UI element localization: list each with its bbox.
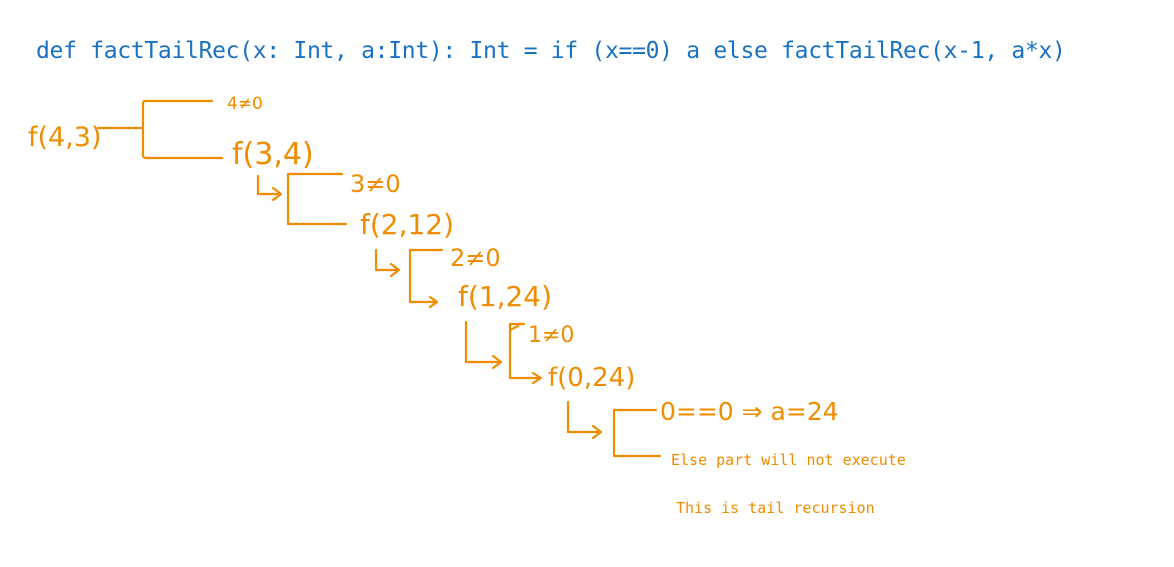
call-4-label: f(0,24) (548, 363, 635, 393)
condition-3: 2≠0 (450, 244, 501, 272)
arrow-2 (374, 248, 401, 278)
call-2-label: f(2,12) (360, 208, 454, 241)
else-note: Else part will not execute (671, 451, 906, 469)
bracket-3 (508, 322, 526, 380)
condition-4: 1≠0 (528, 323, 574, 348)
call-3-label: f(1,24) (458, 280, 552, 313)
arrow-6 (566, 400, 603, 440)
root-call-label: f(4,3) (28, 122, 102, 153)
call-1-label: f(3,4) (232, 137, 314, 172)
bracket-2 (408, 248, 444, 304)
condition-2: 3≠0 (350, 170, 401, 198)
condition-1: 4≠0 (227, 94, 263, 114)
bracket-1 (286, 172, 348, 226)
tail-recursion-note: This is tail recursion (676, 499, 875, 517)
base-case-result: 0==0 ⇒ a=24 (660, 397, 839, 426)
bracket-0 (141, 99, 224, 160)
recursion-trace-diagram: f(4,3) 4≠0 f(3,4) 3≠0 f(2,12) 2≠0 f(1,24… (28, 94, 839, 458)
arrow-1 (256, 174, 283, 202)
bracket-4 (612, 408, 662, 458)
arrow-3 (408, 295, 439, 309)
arrow-4 (464, 320, 503, 370)
arrow-5 (508, 371, 543, 385)
